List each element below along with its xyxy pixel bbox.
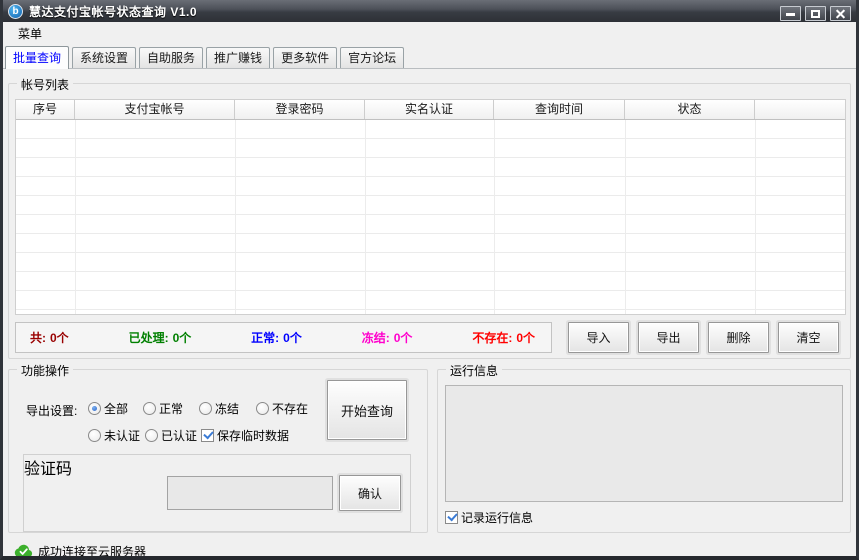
tab-official-forum[interactable]: 官方论坛: [340, 47, 404, 68]
save-temp-checkbox[interactable]: 保存临时数据: [201, 427, 289, 444]
menu-bar: 菜单: [3, 22, 856, 45]
radio-normal[interactable]: 正常: [143, 400, 183, 417]
stat-value: 0个: [173, 331, 192, 345]
stat-value: 0个: [516, 331, 535, 345]
radio-dot: [88, 429, 101, 442]
stat-label: 已处理:: [129, 331, 169, 345]
menu-item-main[interactable]: 菜单: [13, 23, 47, 44]
column-divider: [625, 120, 626, 314]
tab-promotion[interactable]: 推广赚钱: [206, 47, 270, 68]
record-log-checkbox[interactable]: 记录运行信息: [445, 509, 533, 526]
delete-button[interactable]: 删除: [708, 322, 769, 353]
operations-group-title: 功能操作: [17, 362, 73, 379]
radio-dot: [199, 402, 212, 415]
run-info-group: 运行信息 记录运行信息: [437, 369, 851, 533]
maximize-button[interactable]: [805, 6, 826, 21]
radio-dot: [145, 429, 158, 442]
column-header-querytime[interactable]: 查询时间: [494, 100, 625, 119]
radio-dot: [143, 402, 156, 415]
app-logo-icon: b: [8, 4, 23, 19]
cloud-check-icon: [14, 544, 33, 558]
account-table: 序号 支付宝帐号 登录密码 实名认证 查询时间 状态: [15, 99, 846, 315]
tab-system-settings[interactable]: 系统设置: [72, 47, 136, 68]
account-list-group: 帐号列表 序号 支付宝帐号 登录密码 实名认证 查询时间 状态: [8, 83, 851, 359]
stat-processed: 已处理: 0个: [129, 329, 192, 346]
stat-normal: 正常: 0个: [251, 329, 302, 346]
status-text: 成功连接至云服务器: [38, 543, 146, 560]
minimize-button[interactable]: [780, 6, 801, 21]
stat-value: 0个: [50, 331, 69, 345]
stat-label: 冻结:: [362, 331, 390, 345]
operations-group: 功能操作 导出设置: 全部 正常 冻结 不存在 未认证 已认证 保存临时数据: [8, 369, 428, 533]
title-bar[interactable]: b 慧达支付宝帐号状态查询 V1.0: [3, 0, 856, 22]
tab-more-software[interactable]: 更多软件: [273, 47, 337, 68]
stat-value: 0个: [283, 331, 302, 345]
start-query-button[interactable]: 开始查询: [327, 380, 407, 440]
column-divider: [755, 120, 756, 314]
column-divider: [494, 120, 495, 314]
captcha-input[interactable]: [167, 476, 333, 510]
radio-dot: [88, 402, 101, 415]
close-button[interactable]: [830, 6, 851, 21]
import-button[interactable]: 导入: [568, 322, 629, 353]
account-list-group-title: 帐号列表: [17, 76, 73, 93]
account-table-header: 序号 支付宝帐号 登录密码 实名认证 查询时间 状态: [16, 100, 845, 120]
column-header-empty: [755, 100, 845, 119]
stats-panel: 共: 0个 已处理: 0个 正常: 0个 冻结: 0个 不存在: 0个: [15, 322, 552, 353]
maximize-icon: [811, 10, 820, 18]
column-header-account[interactable]: 支付宝帐号: [75, 100, 235, 119]
radio-dot: [256, 402, 269, 415]
clear-button[interactable]: 清空: [778, 322, 839, 353]
stat-label: 不存在:: [472, 331, 512, 345]
export-button[interactable]: 导出: [638, 322, 699, 353]
tab-batch-query[interactable]: 批量查询: [5, 46, 69, 69]
export-settings-label: 导出设置:: [26, 402, 77, 419]
tab-page-batch-query: 帐号列表 序号 支付宝帐号 登录密码 实名认证 查询时间 状态: [3, 68, 856, 556]
stat-value: 0个: [394, 331, 413, 345]
radio-frozen[interactable]: 冻结: [199, 400, 239, 417]
column-divider: [365, 120, 366, 314]
stat-frozen: 冻结: 0个: [362, 329, 413, 346]
stat-label: 正常:: [251, 331, 279, 345]
column-divider: [75, 120, 76, 314]
status-bar: 成功连接至云服务器: [3, 539, 856, 560]
radio-verified[interactable]: 已认证: [145, 427, 197, 444]
window-title: 慧达支付宝帐号状态查询 V1.0: [29, 3, 197, 20]
stat-total: 共: 0个: [30, 329, 69, 346]
stat-label: 共:: [30, 331, 46, 345]
captcha-group-title: 验证码: [24, 461, 72, 478]
tab-strip: 批量查询 系统设置 自助服务 推广赚钱 更多软件 官方论坛: [3, 45, 856, 68]
checkbox-icon: [445, 511, 458, 524]
radio-unverified[interactable]: 未认证: [88, 427, 140, 444]
stat-not-exist: 不存在: 0个: [472, 329, 535, 346]
column-header-realname[interactable]: 实名认证: [365, 100, 494, 119]
column-divider: [235, 120, 236, 314]
confirm-button[interactable]: 确认: [339, 475, 401, 511]
run-log-area[interactable]: [445, 385, 843, 502]
column-header-password[interactable]: 登录密码: [235, 100, 365, 119]
account-table-body[interactable]: [16, 120, 845, 314]
captcha-group: 验证码 确认: [23, 454, 411, 532]
window-controls: [776, 6, 851, 21]
checkbox-icon: [201, 429, 214, 442]
run-info-group-title: 运行信息: [446, 362, 502, 379]
radio-not-exist[interactable]: 不存在: [256, 400, 308, 417]
column-header-status[interactable]: 状态: [625, 100, 755, 119]
tab-self-service[interactable]: 自助服务: [139, 47, 203, 68]
column-header-index[interactable]: 序号: [16, 100, 75, 119]
minimize-icon: [786, 13, 795, 16]
radio-all[interactable]: 全部: [88, 400, 128, 417]
app-window: b 慧达支付宝帐号状态查询 V1.0 菜单 批量查询 系统设置 自助服务 推广赚…: [0, 0, 859, 560]
